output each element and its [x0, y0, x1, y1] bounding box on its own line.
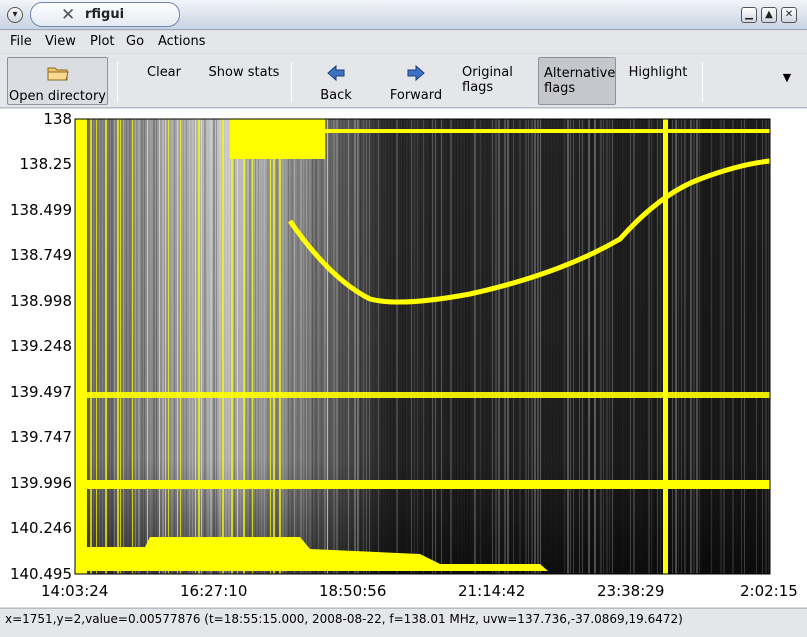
title-bar: ▾ ✕ rfigui ▁ ▲ ✕ [0, 0, 807, 30]
menu-go[interactable]: Go [126, 34, 144, 49]
toolbar-separator [117, 62, 118, 102]
y-tick-label: 139.747 [9, 428, 72, 446]
menu-view[interactable]: View [45, 34, 76, 49]
y-tick-label: 139.248 [9, 337, 72, 355]
x-tick-label: 16:27:10 [180, 582, 248, 600]
y-tick-label: 140.246 [9, 519, 72, 537]
back-button[interactable]: Back [306, 57, 366, 105]
app-icon: ✕ [61, 5, 76, 25]
toolbar-overflow-button[interactable]: ▼ [775, 57, 799, 105]
folder-icon [47, 67, 69, 81]
plot-area: 138 138.25 138.499 138.749 138.998 139.2… [0, 109, 807, 607]
y-tick-label: 138.25 [19, 155, 73, 173]
status-bar: x=1751,y=2,value=0.00577876 (t=18:55:15.… [0, 608, 807, 637]
y-tick-label: 138.998 [9, 292, 72, 310]
rfi-plot[interactable] [0, 109, 807, 607]
show-stats-label: Show stats [208, 65, 280, 80]
forward-label: Forward [389, 88, 443, 103]
menu-file[interactable]: File [10, 34, 32, 49]
menu-bar: File View Plot Go Actions [0, 31, 807, 53]
title-pill: ✕ rfigui [30, 2, 180, 27]
close-icon[interactable]: ✕ [781, 7, 797, 23]
clear-button[interactable]: Clear [132, 57, 196, 105]
spectrogram-image [75, 119, 771, 574]
original-flags-label-line1: Original [462, 65, 513, 80]
x-tick-label: 21:14:42 [458, 582, 526, 600]
highlight-button[interactable]: Highlight [622, 57, 694, 105]
x-tick-label: 2:02:15 [740, 582, 798, 600]
toolbar-separator [291, 62, 292, 102]
toolbar-separator [702, 62, 703, 102]
menu-actions[interactable]: Actions [158, 34, 206, 49]
chevron-down-icon: ▼ [782, 71, 792, 84]
open-directory-label: Open directory [8, 89, 106, 104]
window-title: rfigui [85, 7, 125, 22]
clear-label: Clear [147, 65, 181, 80]
x-tick-label: 23:38:29 [597, 582, 665, 600]
x-tick-label: 18:50:56 [319, 582, 387, 600]
forward-arrow-icon [407, 64, 425, 82]
menu-plot[interactable]: Plot [90, 34, 115, 49]
status-text: x=1751,y=2,value=0.00577876 (t=18:55:15.… [5, 612, 683, 626]
maximize-icon[interactable]: ▲ [761, 7, 777, 23]
y-tick-label: 138.499 [9, 201, 72, 219]
y-tick-label: 139.497 [9, 383, 72, 401]
forward-button[interactable]: Forward [380, 57, 452, 105]
back-arrow-icon [327, 64, 345, 82]
highlight-label: Highlight [628, 65, 688, 80]
minimize-icon[interactable]: ▁ [741, 7, 757, 23]
window-menu-icon[interactable]: ▾ [7, 7, 23, 23]
y-tick-label: 138 [43, 110, 72, 128]
alternative-flags-label-line2: flags [544, 81, 576, 96]
alternative-flags-label-line1: Alternative [544, 66, 616, 81]
y-tick-label: 139.996 [9, 474, 72, 492]
back-label: Back [320, 88, 352, 103]
y-tick-label: 138.749 [9, 246, 72, 264]
original-flags-label-line2: flags [462, 80, 494, 95]
show-stats-button[interactable]: Show stats [203, 57, 285, 105]
y-tick-label: 140.495 [9, 565, 72, 583]
alternative-flags-toggle[interactable]: Alternative flags [538, 57, 616, 105]
toolbar: Open directory Clear Show stats Back For… [0, 54, 807, 108]
open-directory-button[interactable]: Open directory [7, 57, 108, 105]
original-flags-toggle[interactable]: Original flags [462, 57, 532, 105]
x-tick-label: 14:03:24 [41, 582, 109, 600]
